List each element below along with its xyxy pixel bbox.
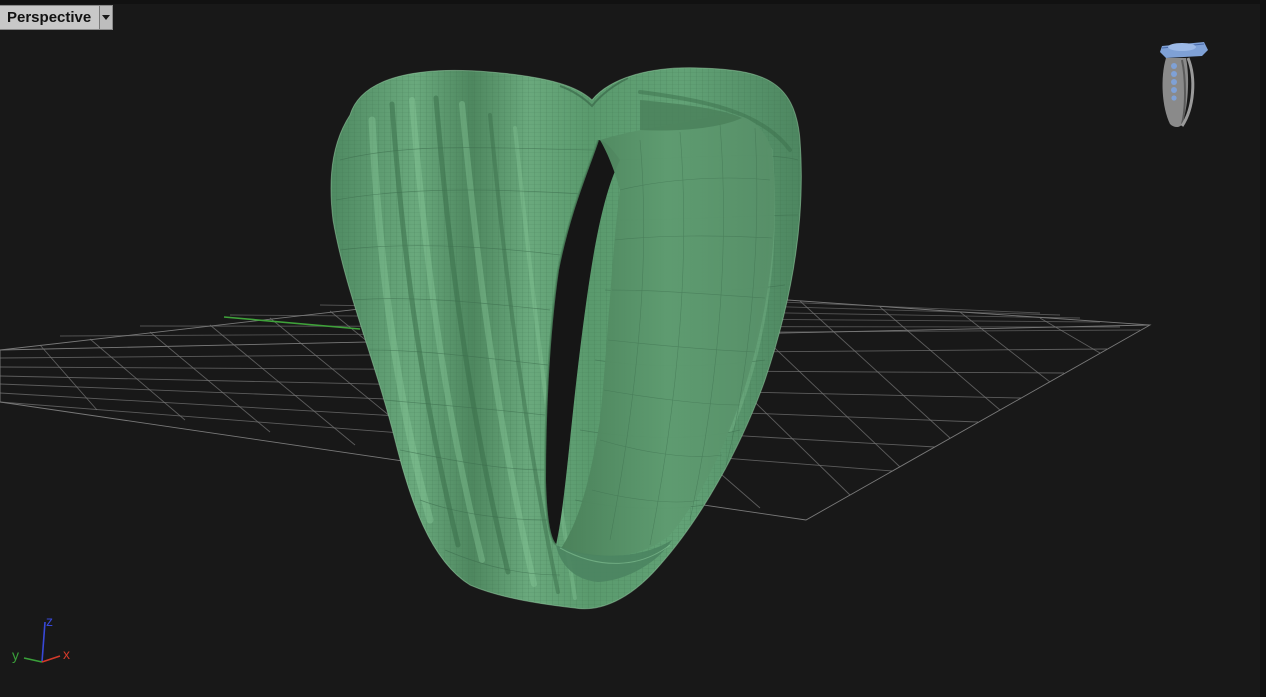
perspective-viewport[interactable]: Perspective z y x <box>0 0 1266 697</box>
axis-x-line <box>41 655 61 663</box>
viewport-title[interactable]: Perspective <box>0 6 100 29</box>
axis-y-line <box>23 657 43 663</box>
axis-widget: z y x <box>12 614 70 663</box>
axis-y-label: y <box>12 647 19 663</box>
axis-z-line <box>41 621 46 663</box>
axis-x-label: x <box>63 646 70 662</box>
scene-canvas[interactable] <box>0 0 1266 697</box>
viewport-title-tab[interactable]: Perspective <box>0 5 114 30</box>
ring-object[interactable] <box>320 60 820 620</box>
triangle-down-icon[interactable] <box>99 6 113 29</box>
axis-z-label: z <box>46 614 53 629</box>
ring-thumbnail-icon[interactable] <box>1152 38 1216 130</box>
